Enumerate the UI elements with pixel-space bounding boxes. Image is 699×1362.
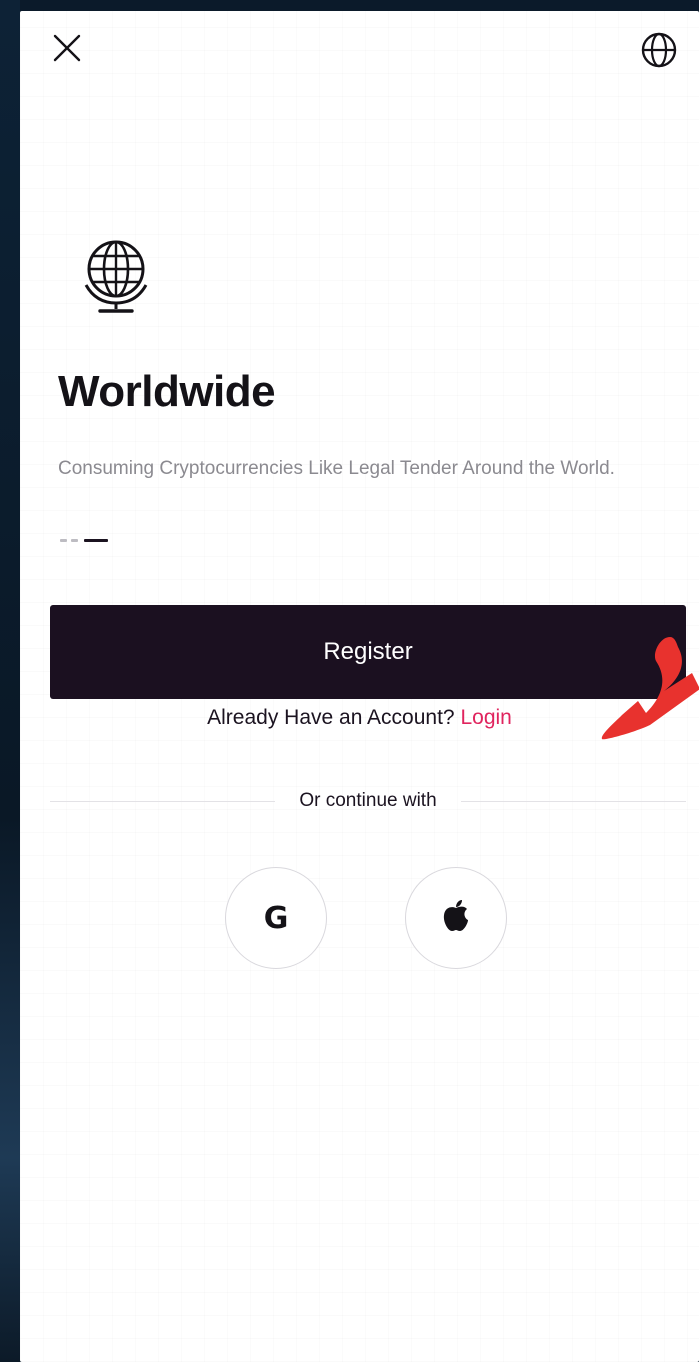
page-subtitle: Consuming Cryptocurrencies Like Legal Te… [58,458,615,479]
onboarding-panel: Worldwide Consuming Cryptocurrencies Lik… [20,11,699,1362]
page-title: Worldwide [58,367,276,416]
globe-stand-icon [78,235,158,315]
google-icon: G [263,900,289,936]
background-edge [0,0,20,1362]
page-indicator-dot-active[interactable] [84,539,108,542]
globe-icon[interactable] [640,31,678,69]
google-login-button[interactable]: G [225,867,327,969]
close-icon[interactable] [50,31,84,65]
annotation-arrow-icon [560,617,699,743]
login-link[interactable]: Login [460,706,511,729]
page-indicator-dot[interactable] [71,539,78,542]
apple-login-button[interactable] [405,867,507,969]
divider-line [460,800,687,802]
login-prompt-text: Already Have an Account? [207,706,455,729]
divider-label: Or continue with [299,790,437,811]
apple-icon [441,899,471,938]
page-indicator-dot[interactable] [60,539,67,542]
divider-line [50,800,276,802]
social-divider: Or continue with [50,789,687,813]
page-indicator [60,539,120,543]
